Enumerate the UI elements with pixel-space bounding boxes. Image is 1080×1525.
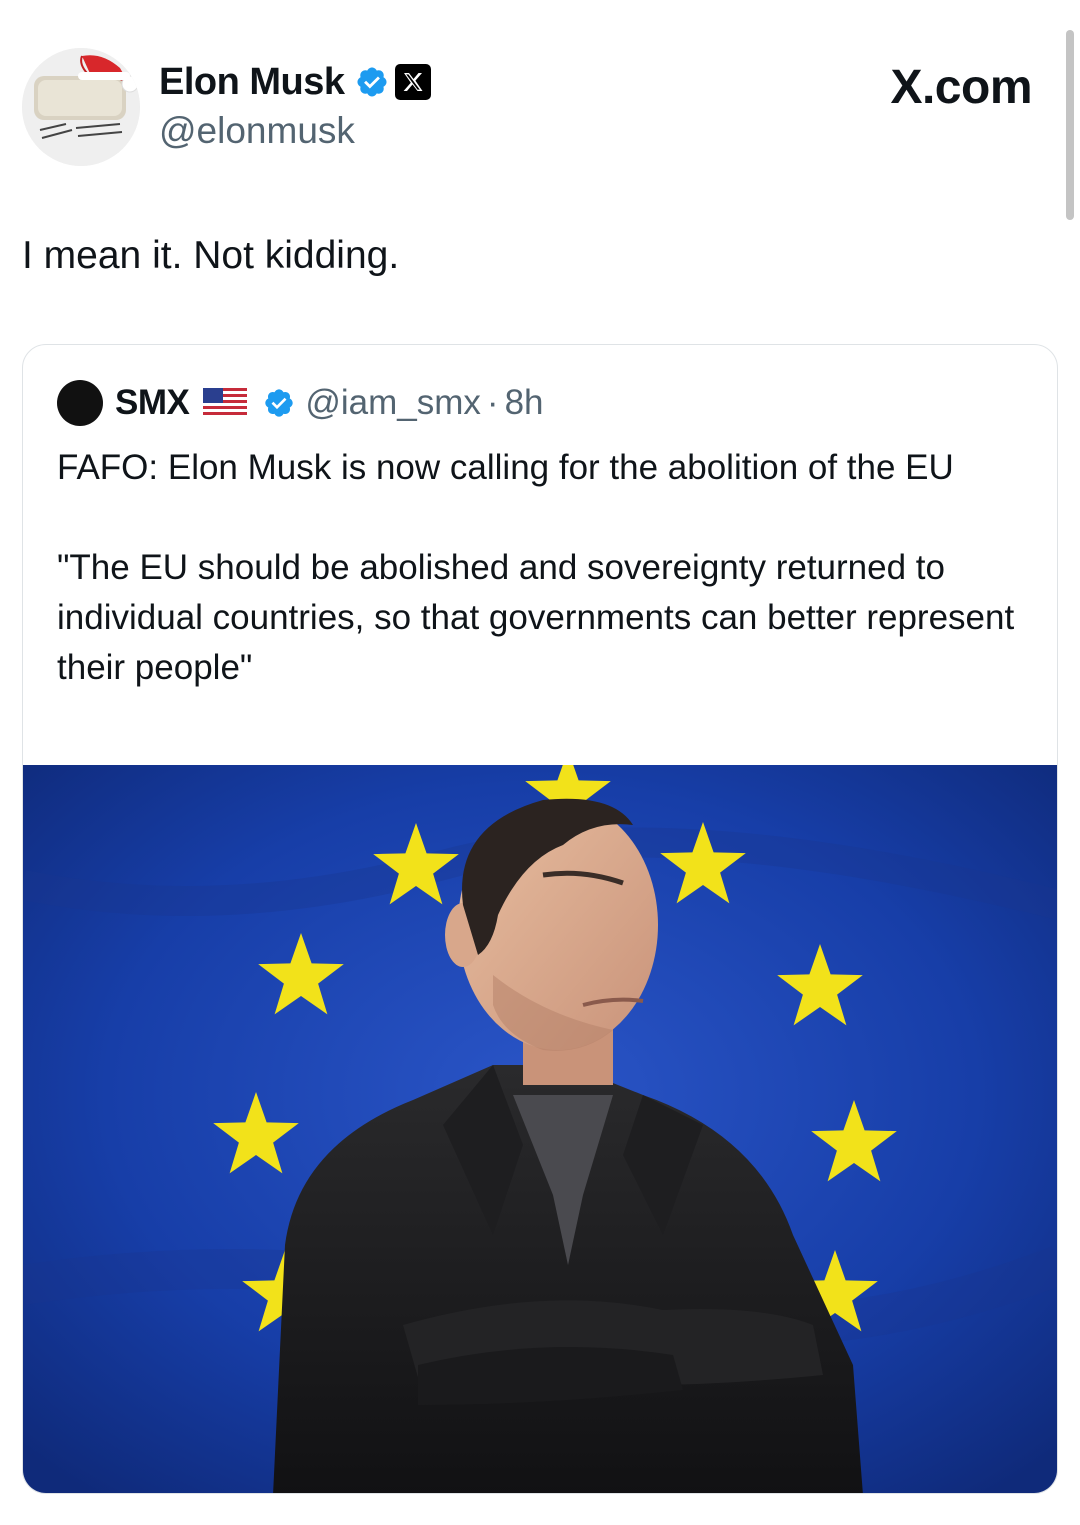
author-name-row: Elon Musk bbox=[159, 58, 431, 106]
quoted-post-time[interactable]: 8h bbox=[505, 383, 544, 423]
page: Elon Musk @elonmusk X.com I mean it. Not… bbox=[0, 0, 1080, 1525]
post-header: Elon Musk @elonmusk X.com bbox=[22, 48, 1032, 168]
author-info: Elon Musk @elonmusk bbox=[159, 58, 431, 152]
quoted-post-card[interactable]: SMX @iam_smx · 8h FAFO: Elon Musk is now… bbox=[22, 344, 1058, 1494]
us-flag-icon bbox=[203, 388, 248, 418]
author-name[interactable]: Elon Musk bbox=[159, 61, 345, 104]
quoted-author-handle[interactable]: @iam_smx bbox=[305, 383, 481, 423]
separator-dot: · bbox=[486, 383, 499, 422]
quoted-post-image[interactable] bbox=[23, 765, 1057, 1493]
quoted-verified-badge-icon[interactable] bbox=[263, 387, 295, 419]
author-handle[interactable]: @elonmusk bbox=[159, 110, 431, 152]
scrollbar[interactable] bbox=[1066, 30, 1074, 230]
quoted-author-avatar[interactable] bbox=[57, 380, 103, 426]
verified-badge-icon[interactable] bbox=[355, 65, 389, 99]
post-text: I mean it. Not kidding. bbox=[22, 234, 400, 277]
quoted-post-text: FAFO: Elon Musk is now calling for the a… bbox=[57, 443, 1027, 693]
eu-flag-portrait-image bbox=[23, 765, 1057, 1493]
site-label: X.com bbox=[890, 61, 1032, 114]
scrollbar-thumb[interactable] bbox=[1066, 30, 1074, 220]
avatar-image bbox=[22, 48, 140, 166]
quoted-text-line2: "The EU should be abolished and sovereig… bbox=[57, 548, 1015, 687]
x-logo-icon bbox=[394, 64, 431, 100]
quoted-post-header: SMX @iam_smx · 8h bbox=[57, 380, 544, 426]
quoted-author-name[interactable]: SMX bbox=[115, 383, 190, 423]
author-avatar[interactable] bbox=[22, 48, 140, 166]
quoted-text-line1: FAFO: Elon Musk is now calling for the a… bbox=[57, 448, 954, 487]
